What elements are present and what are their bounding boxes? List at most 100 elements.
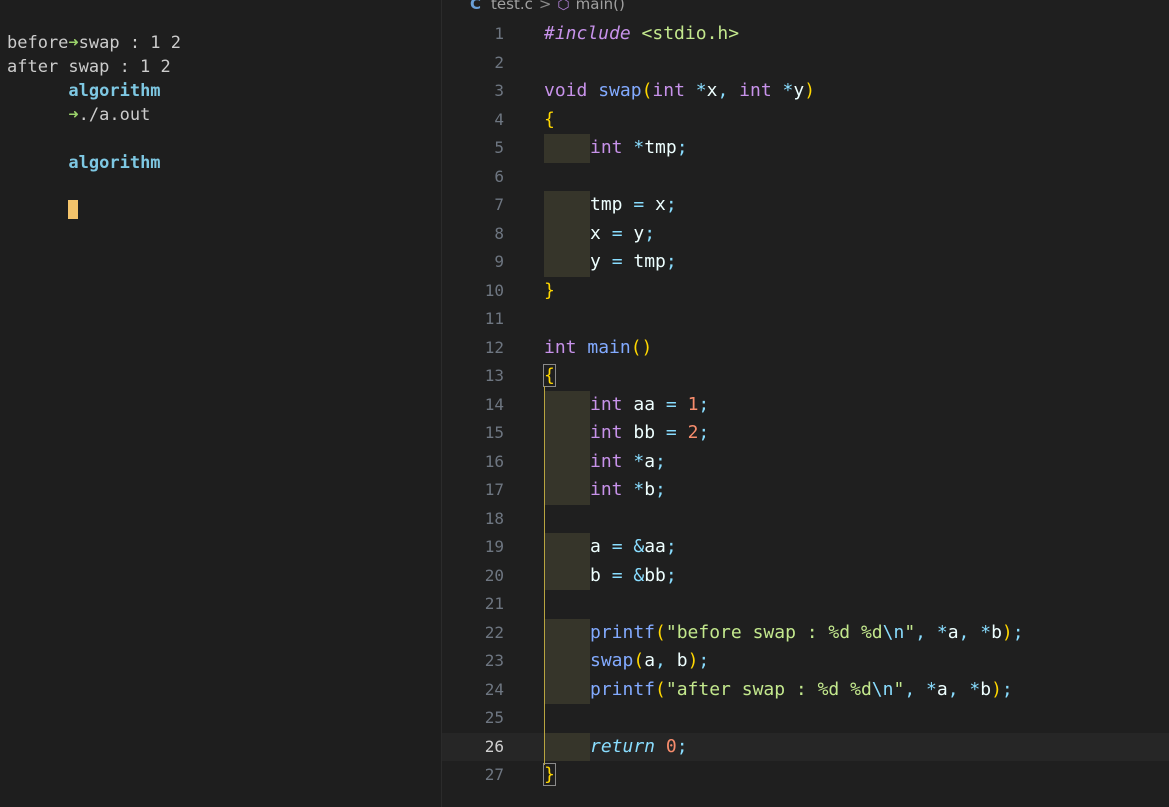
line-number: 13 [484, 366, 504, 385]
code-token: b [644, 479, 656, 500]
code-line[interactable]: 16 int *a; [442, 447, 1169, 476]
code-token: " [904, 621, 916, 643]
code-line[interactable]: 26 return 0; [442, 732, 1169, 761]
code-line[interactable]: 12 int main() [442, 334, 1169, 363]
code-line[interactable]: 15 int bb = 2; [442, 419, 1169, 448]
code-line[interactable]: 6 [442, 163, 1169, 192]
code-token: a [947, 621, 959, 643]
code-token: ( [641, 80, 653, 101]
terminal-command: ./a.out [68, 105, 151, 125]
code-text: tmp = x; [590, 191, 677, 220]
indent-highlight [544, 732, 590, 761]
code-token: y [633, 222, 645, 244]
code-line[interactable]: 23 swap(a, b); [442, 647, 1169, 676]
terminal-panel[interactable]: ➜ algorithm ./a.out before swap : 1 2 af… [0, 0, 441, 807]
code-line[interactable]: 14 int aa = 1; [442, 390, 1169, 419]
line-number: 17 [484, 480, 504, 499]
code-line[interactable]: 13 { [442, 362, 1169, 391]
line-number: 14 [484, 394, 504, 414]
code-line[interactable]: 9 y = tmp; [442, 248, 1169, 277]
code-token: ( [655, 678, 666, 700]
code-token: & [633, 536, 645, 557]
code-token: } [544, 279, 555, 301]
line-number: 7 [494, 195, 504, 214]
breadcrumb-symbol[interactable]: main() [576, 0, 625, 13]
code-line[interactable]: 25 [442, 704, 1169, 733]
code-line[interactable]: 1 #include <stdio.h> [442, 20, 1169, 49]
terminal-command-line: ➜ algorithm ./a.out [7, 7, 160, 125]
code-token: <stdio.h> [641, 23, 740, 44]
line-number: 21 [484, 594, 504, 613]
code-token: int [590, 479, 623, 500]
code-line[interactable]: 7 tmp = x; [442, 191, 1169, 220]
code-token: = [665, 393, 677, 415]
code-line[interactable]: 20 b = &bb; [442, 561, 1169, 590]
code-token: ; [698, 650, 710, 671]
code-line[interactable]: 4{ [442, 106, 1169, 135]
code-text: void swap(int *x, int *y) [544, 77, 815, 106]
code-line[interactable]: 3 void swap(int *x, int *y) [442, 77, 1169, 106]
code-line[interactable]: 5 int *tmp; [442, 134, 1169, 163]
indent-highlight [544, 248, 590, 277]
code-line[interactable]: 19 a = &aa; [442, 533, 1169, 562]
code-token: return [590, 735, 656, 757]
code-token: a [644, 450, 656, 472]
terminal-prompt-line: ➜ algorithm [7, 79, 161, 219]
cube-icon: ⬡ [557, 0, 570, 13]
code-token: * [695, 80, 707, 101]
code-line[interactable]: 10} [442, 277, 1169, 306]
line-number: 5 [494, 138, 504, 157]
code-line[interactable]: 24 printf("after swap : %d %d\n", *a, *b)… [442, 675, 1169, 704]
code-token: ; [676, 137, 688, 158]
code-token: tmp [644, 137, 677, 158]
code-line[interactable]: 27} [442, 761, 1169, 790]
code-line[interactable]: 22 printf("before swap : %d %d\n", *a, *b… [442, 618, 1169, 647]
terminal-cursor [68, 200, 79, 219]
code-token: int [590, 393, 623, 415]
code-line[interactable]: 8 x = y; [442, 219, 1169, 249]
code-token: y [590, 251, 601, 272]
code-token: = [611, 564, 623, 586]
code-line[interactable]: 2 [442, 49, 1169, 78]
code-line[interactable]: 18 [442, 505, 1169, 534]
code-line[interactable]: 21 [442, 590, 1169, 619]
line-number: 27 [484, 765, 504, 784]
code-text: x = y; [590, 220, 655, 249]
code-token: b [991, 621, 1002, 643]
line-number: 2 [494, 52, 504, 72]
code-token: ; [655, 450, 666, 472]
code-token: ) [1001, 621, 1013, 643]
indent-highlight [544, 447, 590, 476]
code-token: ; [665, 564, 677, 586]
code-token: "after swap : %d %d [665, 678, 872, 700]
code-line[interactable]: 11 [442, 305, 1169, 334]
code-token: b [676, 650, 688, 671]
code-token: int [590, 137, 623, 158]
code-token: = [611, 251, 623, 272]
breadcrumb-file[interactable]: test.c [491, 0, 533, 13]
code-token: int [652, 80, 685, 101]
code-token: 2 [687, 422, 699, 443]
code-token: ; [1001, 678, 1013, 700]
code-token: ; [676, 735, 688, 757]
code-token: ; [698, 393, 710, 415]
code-token: swap [590, 650, 634, 671]
code-editor[interactable]: Ctest.c > ⬡ main() 1 #include <stdio.h> 2 3 voi… [442, 0, 1169, 807]
code-line[interactable]: 17 int *b; [442, 476, 1169, 505]
indent-highlight [544, 134, 590, 163]
